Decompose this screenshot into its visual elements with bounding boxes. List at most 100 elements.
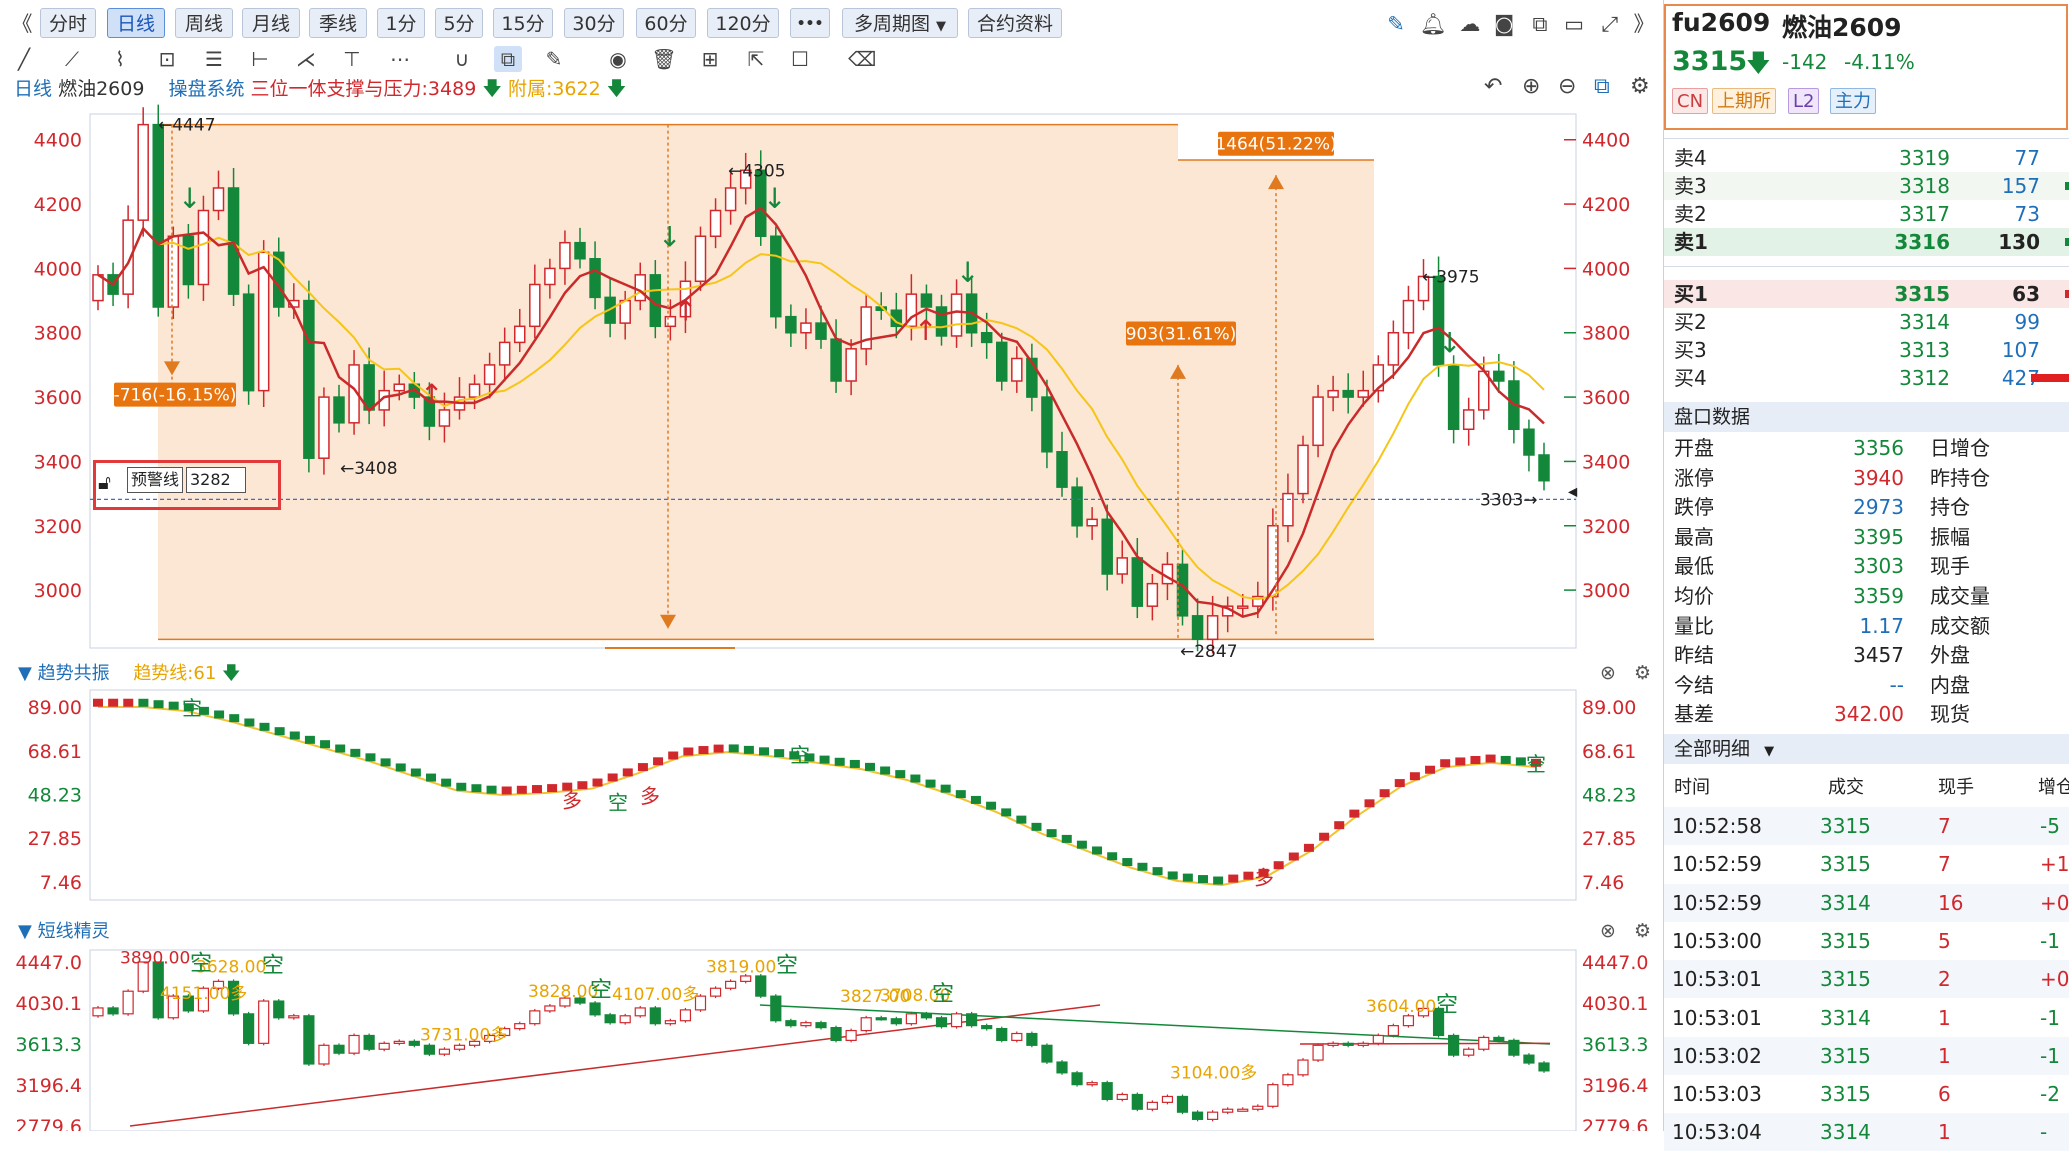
pen-icon[interactable]: ✎ <box>1382 10 1410 38</box>
candle-body <box>800 1022 812 1027</box>
trend-indicator-chart[interactable]: 89.00 89.00 68.61 68.61 48.23 48.23 27.85 27.85… <box>0 688 1662 908</box>
undo-icon[interactable]: ↶ <box>1484 74 1502 99</box>
short-indicator-chart[interactable]: 4447.0 4447.0 4030.1 4030.1 3613.3 3613.3 3196… <box>0 946 1662 1131</box>
period-season[interactable]: 季线 <box>309 8 367 38</box>
settings-icon[interactable]: ⚙ <box>1630 74 1650 99</box>
contract-info-button[interactable]: 合约资料 <box>968 8 1062 38</box>
eraser-icon[interactable]: ⌫ <box>848 46 876 72</box>
multi-period-dropdown[interactable]: 多周期图 ▼ <box>842 8 958 38</box>
grid-icon[interactable]: ⊞ <box>696 46 724 72</box>
trend-block <box>834 757 845 766</box>
trend-block <box>637 763 648 772</box>
trend-block <box>531 785 542 794</box>
divider <box>1664 266 2069 267</box>
cloud-icon[interactable]: ☁ <box>1456 10 1484 38</box>
ray-tool-icon[interactable]: ⟋ <box>58 46 86 72</box>
trend-block <box>1379 789 1390 798</box>
bell-icon[interactable]: 🔔︎ <box>1419 10 1447 38</box>
candle-body <box>92 1007 104 1017</box>
period-1min[interactable]: 1分 <box>377 8 425 38</box>
collapse-triangle-icon[interactable]: ▼ <box>18 663 32 684</box>
stat-label: 基差 <box>1674 702 1714 727</box>
stat-label: 成交额 <box>1930 613 1990 638</box>
zoom-in-icon[interactable]: ⊕ <box>1522 74 1540 99</box>
lock-icon[interactable]: 🔓︎ <box>98 470 111 494</box>
y-tick-label-right: 7.46 <box>1582 872 1624 894</box>
stat-label: 持仓 <box>1930 495 1970 520</box>
candle-body <box>996 1027 1008 1041</box>
more-tools-icon[interactable]: ⋯ <box>386 46 414 72</box>
tick-cell: 10:53:01 <box>1672 1005 1762 1030</box>
fullscreen-icon[interactable]: ⤢ <box>1596 10 1624 38</box>
y-tick-label-right: 4200 <box>1582 194 1630 216</box>
eye-icon[interactable]: ◉ <box>604 46 632 72</box>
share-icon[interactable]: ⇱ <box>742 46 770 72</box>
polyline-tool-icon[interactable]: ⌇ <box>106 46 134 72</box>
close-icon[interactable]: ⊗ <box>1600 920 1616 942</box>
line-tool-icon[interactable]: ╱ <box>10 46 38 72</box>
period-month[interactable]: 月线 <box>242 8 300 38</box>
period-day[interactable]: 日线 <box>107 8 165 38</box>
ask-level-3[interactable]: 卖3 3318 157 <box>1664 172 2069 200</box>
trend-block <box>819 755 830 764</box>
system-label[interactable]: 操盘系统 <box>168 78 244 100</box>
bid-level-2[interactable]: 买2 3314 99 <box>1664 308 2069 336</box>
stat-label: 现货 <box>1930 702 1970 727</box>
ask-level-2[interactable]: 卖2 3317 73 <box>1664 200 2069 228</box>
candle-body <box>664 1020 676 1025</box>
arrow-down-icon: 🡇 <box>1746 49 1771 77</box>
trend-block <box>1152 867 1163 876</box>
settings-icon[interactable]: ⚙ <box>1634 662 1651 684</box>
camera-icon[interactable]: ◙ <box>1490 10 1518 38</box>
trash-icon[interactable]: 🗑︎ <box>650 46 678 72</box>
fan-tool-icon[interactable]: ⋌ <box>292 46 320 72</box>
fib-tool-icon[interactable]: ☰ <box>200 46 228 72</box>
main-candle-chart[interactable]: 4400 4400 4200 4200 4000 4000 3800 3800 3600 3600… <box>0 100 1662 660</box>
comment-icon[interactable]: ☐ <box>786 46 814 72</box>
period-120min[interactable]: 120分 <box>707 8 779 38</box>
more-button[interactable]: ••• <box>790 8 830 38</box>
rise-small-label: 903(31.61%) <box>1126 325 1237 345</box>
brush-icon[interactable]: ✎ <box>540 46 568 72</box>
arrow-down-icon: 🡇 <box>222 663 241 684</box>
parallel-tool-icon[interactable]: ⊤ <box>338 46 366 72</box>
bid-level-4[interactable]: 买4 3312 427 <box>1664 364 2069 392</box>
zoom-out-icon[interactable]: ⊖ <box>1558 74 1576 99</box>
magnet-icon[interactable]: ∪ <box>448 46 476 72</box>
period-30min[interactable]: 30分 <box>564 8 624 38</box>
trend-block <box>1122 858 1133 867</box>
sell-arrow-icon: ↓ <box>178 182 201 215</box>
period-15min[interactable]: 15分 <box>493 8 553 38</box>
candle-body <box>1387 331 1400 366</box>
collapse-left-icon[interactable]: 《 <box>8 10 36 38</box>
collapse-triangle-icon[interactable]: ▼ <box>18 921 32 942</box>
crop-tool-icon[interactable]: ⊡ <box>153 46 181 72</box>
period-week[interactable]: 周线 <box>175 8 233 38</box>
monitor-icon[interactable]: ▭ <box>1560 10 1588 38</box>
expand-right-icon[interactable]: 》 <box>1630 10 1658 38</box>
bid-level-1[interactable]: 买1 3315 63 <box>1664 280 2069 308</box>
period-fenshi[interactable]: 分时 <box>40 8 96 38</box>
y-tick-label-left: 3196.4 <box>16 1075 82 1097</box>
overlay-icon[interactable]: ⧉ <box>494 46 522 72</box>
close-icon[interactable]: ⊗ <box>1600 662 1616 684</box>
alert-value-input[interactable]: 3282 <box>186 467 246 493</box>
bid-level-3[interactable]: 买3 3313 107 <box>1664 336 2069 364</box>
period-5min[interactable]: 5分 <box>435 8 483 38</box>
ticks-header[interactable]: 全部明细 ▼ <box>1664 734 2069 764</box>
settings-icon[interactable]: ⚙ <box>1634 920 1651 942</box>
candle-body <box>1071 1072 1083 1086</box>
candle-body <box>770 995 782 1022</box>
ask-level-4[interactable]: 卖4 3319 77 <box>1664 144 2069 172</box>
candle-body <box>258 1000 270 1044</box>
trend-block <box>335 744 346 753</box>
period-60min[interactable]: 60分 <box>636 8 696 38</box>
window-icon[interactable]: ⧉ <box>1526 10 1554 38</box>
layout-icon[interactable]: ⧉ <box>1594 74 1610 99</box>
volume-bar <box>2065 182 2069 190</box>
multi-period-label: 多周期图 <box>853 13 930 35</box>
y-tick-label-left: 3200 <box>34 516 82 538</box>
tick-cell: 3315 <box>1820 1043 1871 1068</box>
ask-level-1[interactable]: 卖1 3316 130 <box>1664 228 2069 256</box>
measure-tool-icon[interactable]: ⊢ <box>246 46 274 72</box>
